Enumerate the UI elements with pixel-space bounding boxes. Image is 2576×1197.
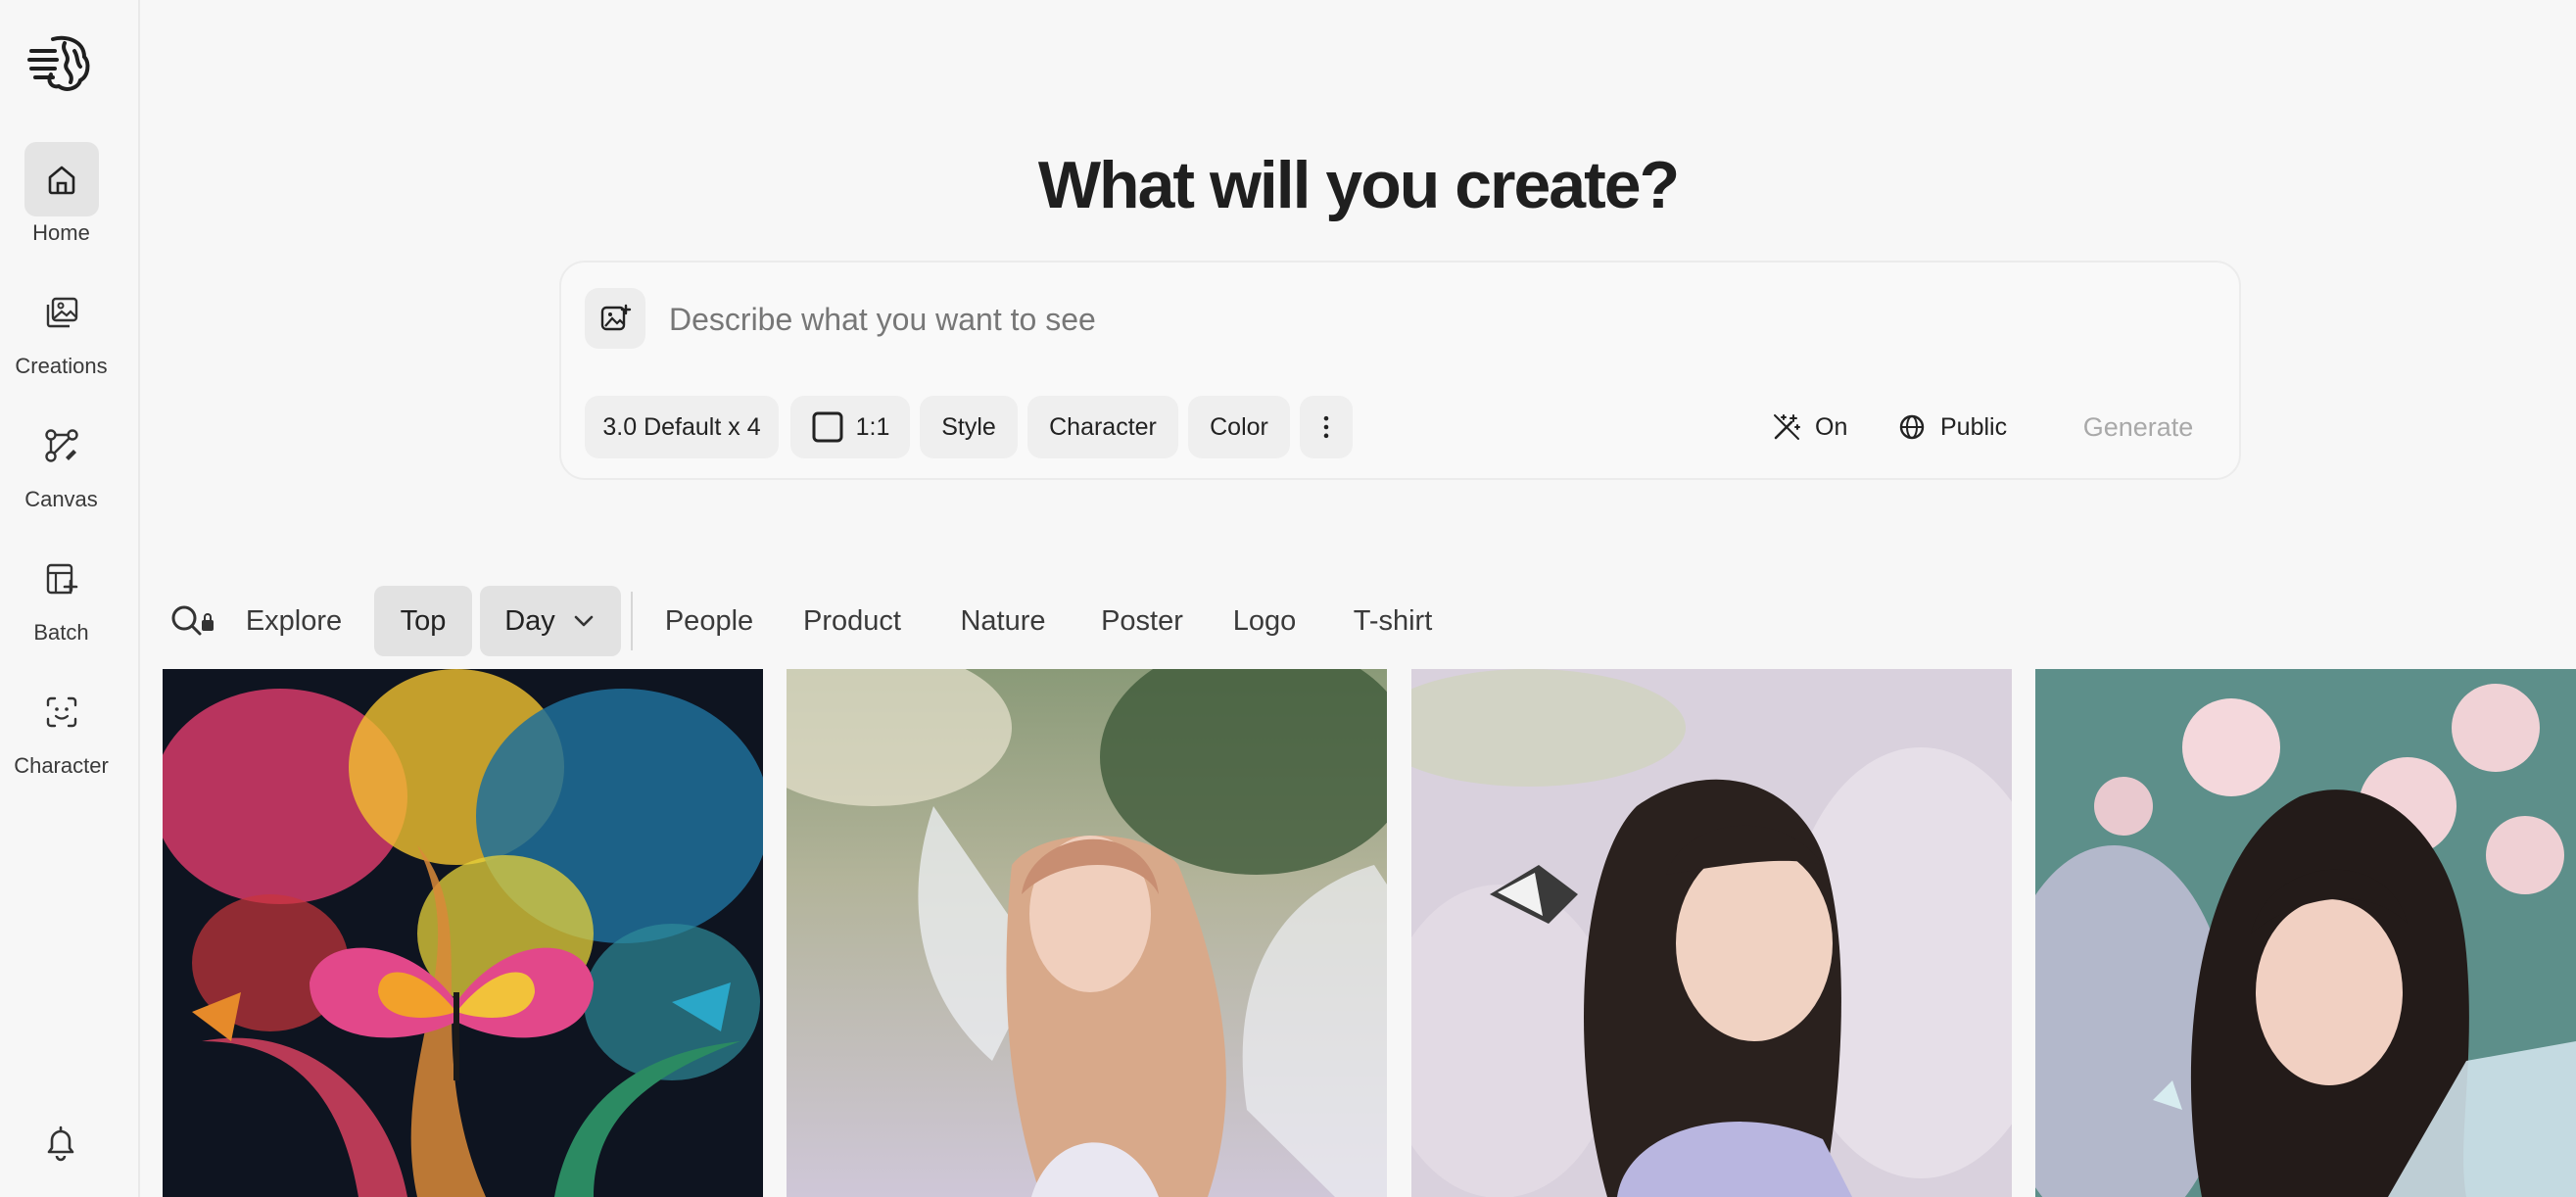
magic-prompt-label: On: [1815, 412, 1848, 441]
magic-wand-icon: [1774, 414, 1800, 440]
sidebar-item-label: Canvas: [24, 487, 98, 511]
sidebar-item-label: Home: [32, 220, 90, 245]
period-label: Day: [504, 604, 555, 637]
visibility-label: Public: [1940, 412, 2008, 441]
more-vertical-icon: [1323, 415, 1329, 439]
square-icon: [812, 411, 843, 443]
more-options-button[interactable]: [1300, 396, 1353, 458]
style-chip[interactable]: Style: [920, 396, 1018, 458]
gallery-image: [1411, 669, 2012, 1197]
aspect-ratio-chip[interactable]: 1:1: [790, 396, 910, 458]
tab-top[interactable]: Top: [374, 586, 472, 656]
chevron-down-icon: [574, 615, 594, 627]
color-chip[interactable]: Color: [1188, 396, 1290, 458]
sidebar-item-label: Batch: [33, 620, 89, 645]
style-chip-label: Style: [941, 412, 996, 441]
category-people[interactable]: People: [654, 586, 764, 656]
globe-icon: [1899, 414, 1925, 440]
batch-icon: [46, 563, 77, 595]
gallery-image-fairy[interactable]: [787, 669, 1387, 1197]
category-tshirt[interactable]: T-shirt: [1338, 586, 1448, 656]
image-upload-button[interactable]: [585, 288, 645, 349]
character-icon: [46, 696, 76, 728]
period-dropdown[interactable]: Day: [480, 586, 621, 656]
prompt-card: 3.0 Default x 4 1:1 Style Character Colo…: [559, 261, 2241, 480]
gallery-image-butterfly-art[interactable]: [163, 669, 763, 1197]
category-poster[interactable]: Poster: [1091, 586, 1193, 656]
model-chip[interactable]: 3.0 Default x 4: [585, 396, 779, 458]
model-chip-label: 3.0 Default x 4: [602, 412, 761, 441]
gallery-image: [163, 669, 763, 1197]
sidebar-item-label: Character: [14, 753, 109, 778]
magic-prompt-toggle[interactable]: On: [1772, 396, 1847, 458]
filter-divider: [631, 592, 633, 650]
bell-icon[interactable]: [39, 1122, 82, 1165]
sidebar-item-canvas[interactable]: Canvas: [0, 408, 122, 516]
sidebar: Home Creations Canvas Batch Character: [0, 0, 140, 1197]
gallery-image-woman-roses[interactable]: [2035, 669, 2576, 1197]
tab-explore[interactable]: Explore: [237, 586, 351, 656]
generate-button[interactable]: Generate: [2060, 396, 2217, 458]
gallery-image-woman-butterfly[interactable]: [1411, 669, 2012, 1197]
search-icon[interactable]: [168, 601, 219, 641]
brain-logo-icon[interactable]: [27, 29, 94, 96]
aspect-ratio-label: 1:1: [855, 412, 890, 441]
sidebar-item-home[interactable]: Home: [0, 142, 122, 250]
prompt-input[interactable]: [669, 290, 2197, 349]
gallery-image: [2035, 669, 2576, 1197]
page-title: What will you create?: [1037, 148, 1680, 222]
sidebar-item-creations[interactable]: Creations: [0, 275, 122, 383]
sidebar-item-batch[interactable]: Batch: [0, 542, 122, 649]
character-chip-label: Character: [1049, 412, 1157, 441]
sidebar-item-character[interactable]: Character: [0, 675, 122, 783]
images-icon: [46, 297, 77, 328]
visibility-toggle[interactable]: Public: [1897, 396, 2007, 458]
color-chip-label: Color: [1210, 412, 1268, 441]
gallery-image: [787, 669, 1387, 1197]
canvas-icon: [44, 429, 78, 462]
category-product[interactable]: Product: [787, 586, 917, 656]
gallery-filter-bar: Explore Top Day People Product Nature Po…: [157, 586, 2507, 656]
home-icon: [48, 166, 74, 195]
image-plus-icon: [600, 304, 632, 331]
sidebar-item-label: Creations: [15, 354, 108, 378]
category-nature[interactable]: Nature: [948, 586, 1058, 656]
character-chip[interactable]: Character: [1027, 396, 1178, 458]
category-logo[interactable]: Logo: [1224, 586, 1305, 656]
